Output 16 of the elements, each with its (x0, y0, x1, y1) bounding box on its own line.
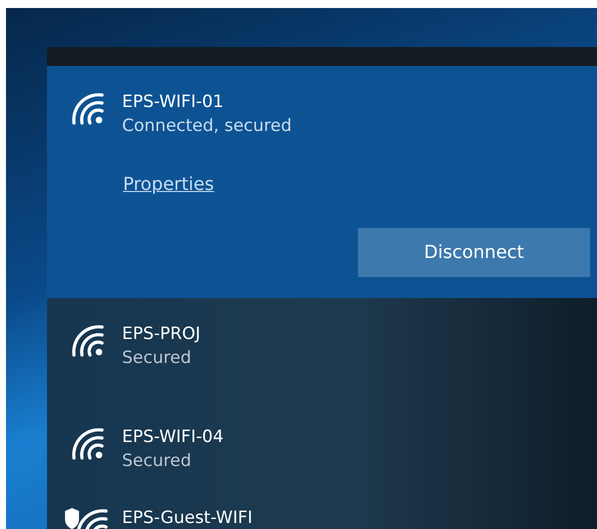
wifi-icon (70, 323, 104, 357)
network-status: Secured (122, 347, 192, 370)
network-item[interactable]: EPS-WIFI-01 Connected, secured Properties Disconnect (47, 66, 597, 298)
network-item[interactable]: EPS-PROJ Secured (47, 298, 597, 401)
network-item[interactable]: EPS-Guest-WIFI (47, 504, 597, 529)
network-name: EPS-WIFI-01 (122, 91, 225, 114)
network-name: EPS-Guest-WIFI (122, 507, 253, 529)
disconnect-button[interactable]: Disconnect (358, 228, 590, 277)
wifi-icon (70, 91, 104, 125)
network-status: Connected, secured (122, 115, 292, 138)
network-status: Secured (122, 450, 192, 473)
wifi-icon (70, 426, 104, 460)
properties-link[interactable]: Properties (123, 173, 214, 197)
network-item[interactable]: EPS-WIFI-04 Secured (47, 401, 597, 504)
network-name: EPS-PROJ (122, 323, 200, 346)
network-name: EPS-WIFI-04 (122, 426, 224, 449)
